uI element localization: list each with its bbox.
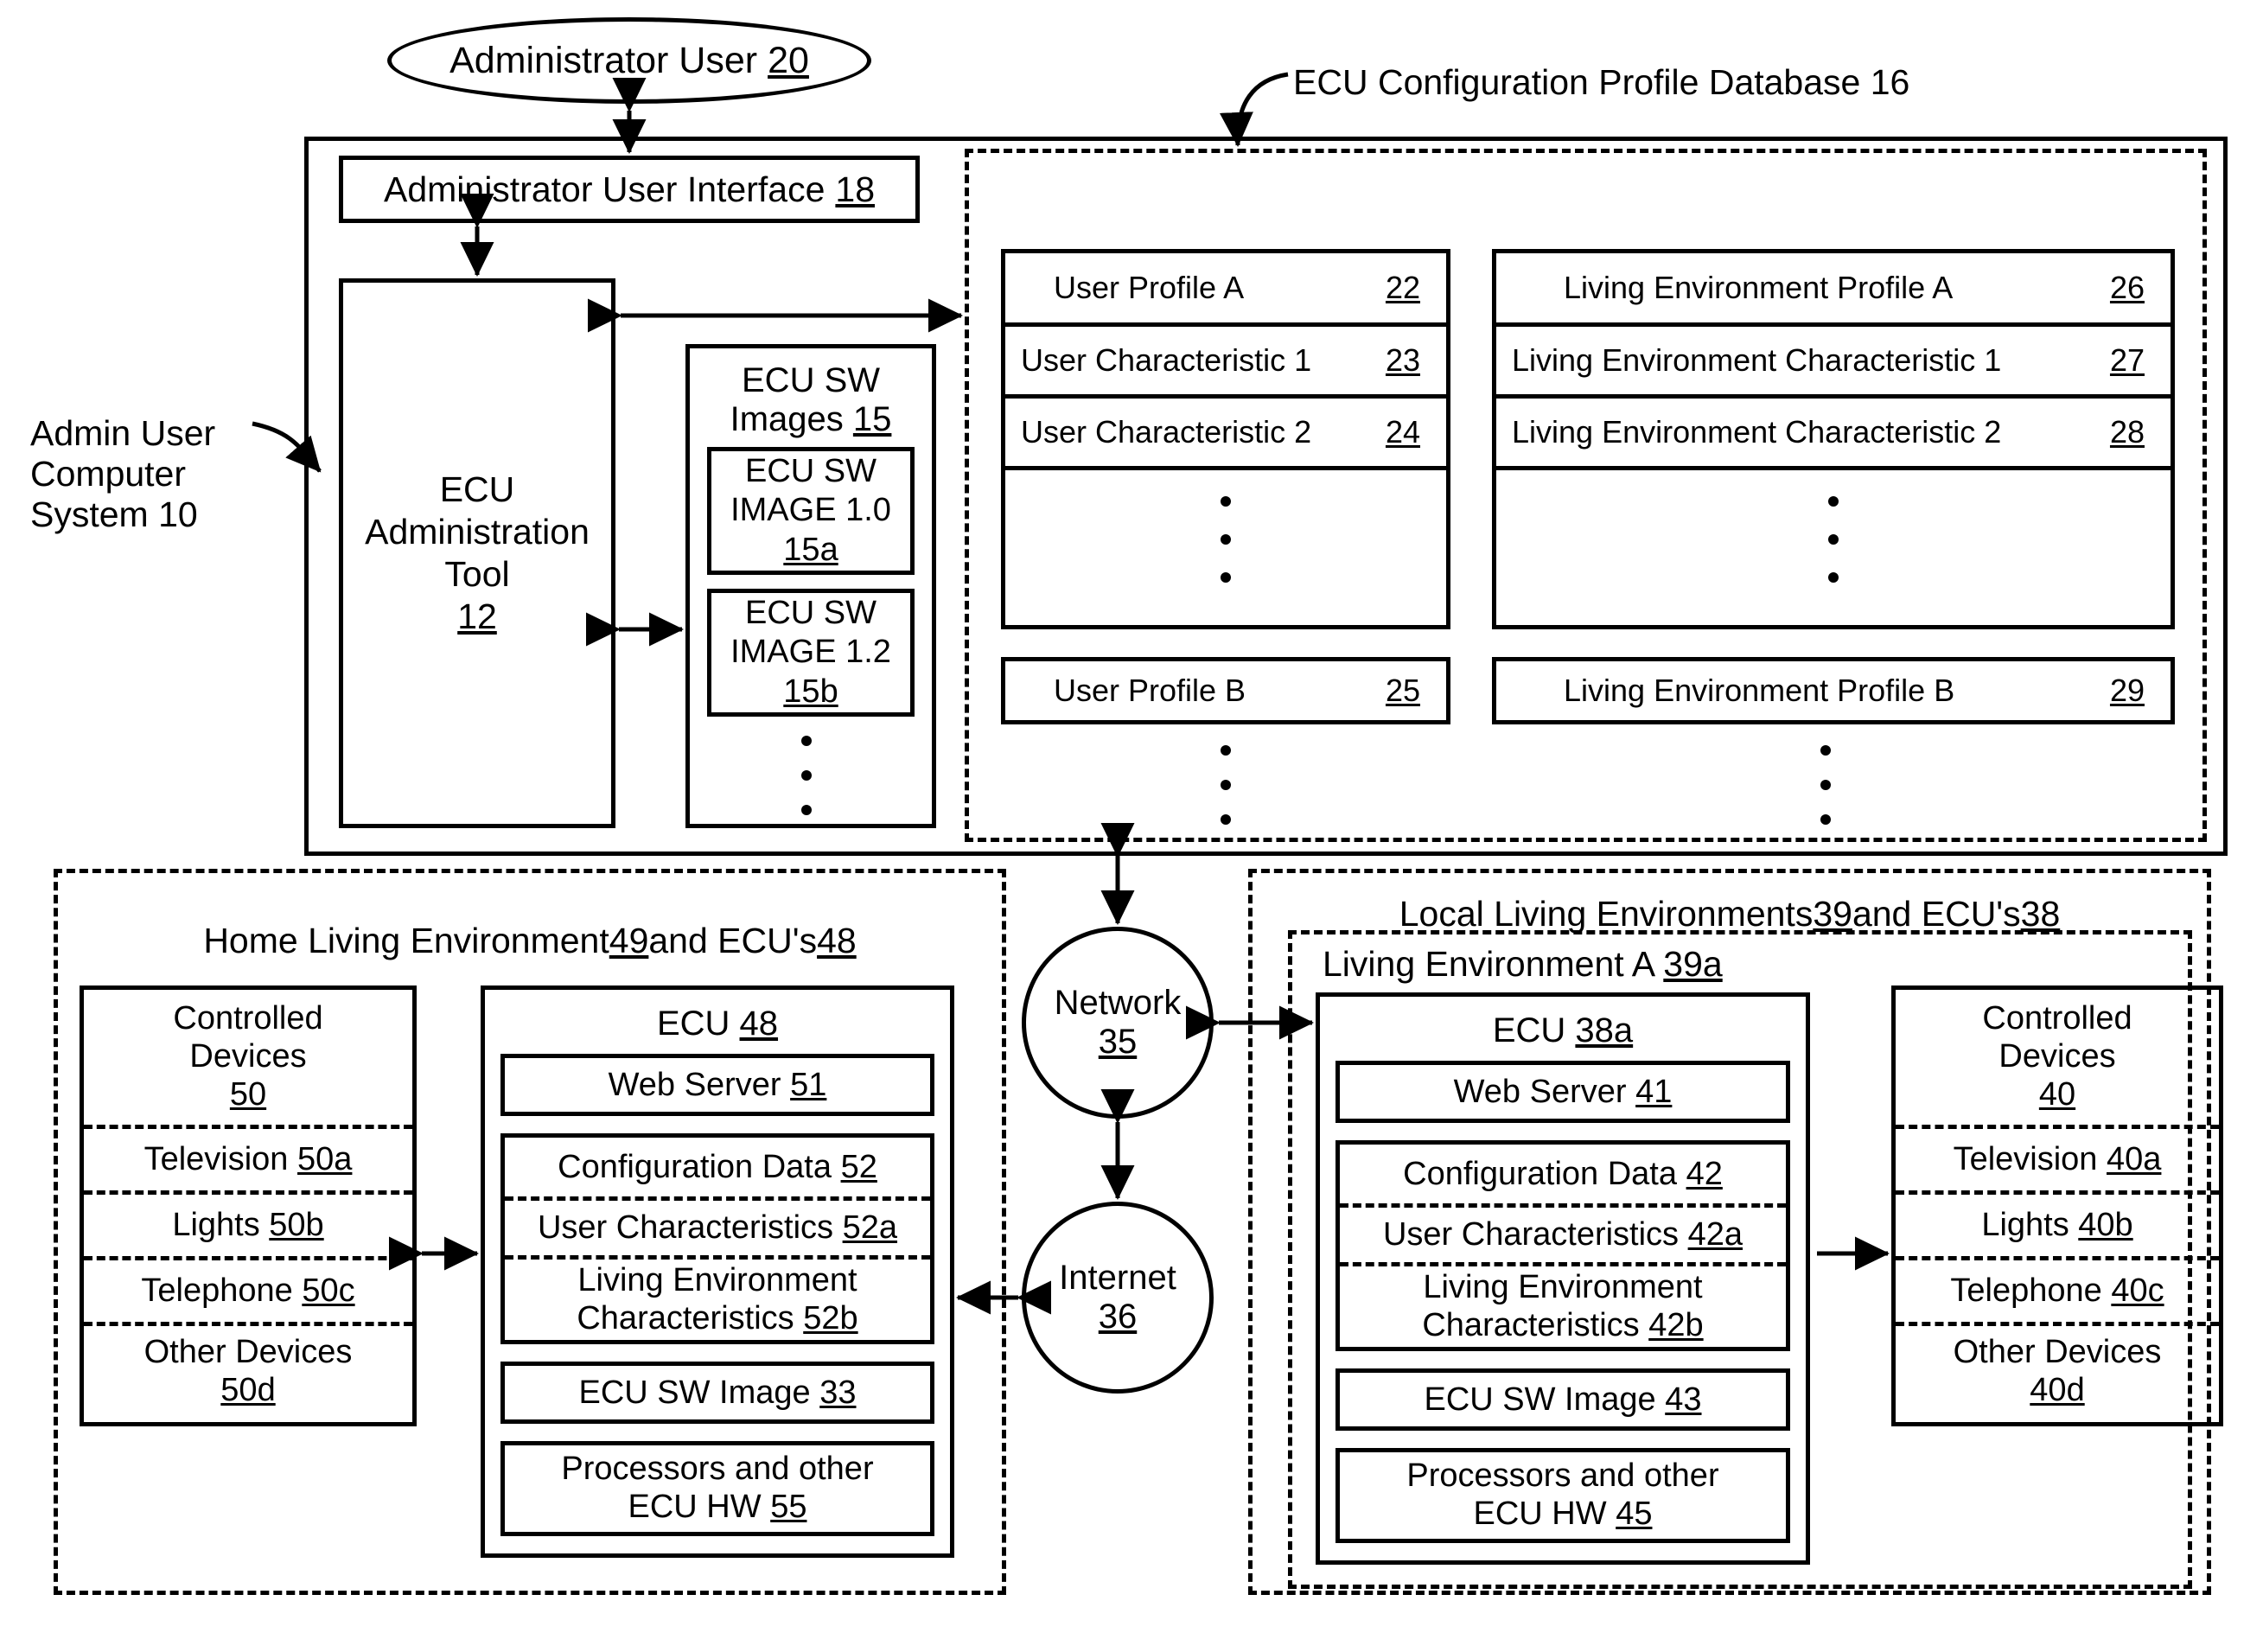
controlled-devices-40-box: Controlled Devices 40 Television 40a Lig…: [1891, 985, 2223, 1426]
ecu-hw-45-box: Processors and other ECU HW 45: [1335, 1448, 1790, 1543]
user-profile-a-table: User Profile A 22 User Characteristic 1 …: [1001, 249, 1450, 629]
administrator-user-ref: 20: [768, 39, 809, 81]
list-item: Telephone 40c: [1896, 1256, 2219, 1322]
table-row: User Characteristic 1 23: [1005, 322, 1446, 394]
list-item: Telephone 50c: [84, 1256, 412, 1322]
administrator-user-node: Administrator User 20: [387, 17, 871, 104]
ecu-38a-box: ECU 38a Web Server 41 Configuration Data…: [1316, 992, 1810, 1565]
administrator-user-label: Administrator User: [449, 39, 758, 81]
ecu-sw-images-title: ECU SW Images 15: [730, 361, 892, 438]
living-environment-characteristics-52b-row: Living Environment Characteristics 52b: [505, 1255, 930, 1340]
table-row: User Characteristic 2 24: [1005, 394, 1446, 466]
list-item: Television 50a: [84, 1125, 412, 1190]
admin-user-computer-system-label: Admin User Computer System 10: [30, 413, 216, 535]
ecu-administration-tool-line1: ECU: [439, 469, 515, 509]
list-item: Lights 40b: [1896, 1190, 2219, 1256]
table-row: Living Environment Profile A 26: [1564, 270, 2145, 305]
ecu-48-box: ECU 48 Web Server 51 Configuration Data …: [481, 985, 954, 1558]
list-item: Lights 50b: [84, 1190, 412, 1256]
list-item: Other Devices 50d: [84, 1322, 412, 1417]
ecu-48-title: ECU 48: [656, 1004, 779, 1043]
controlled-devices-50-box: Controlled Devices 50 Television 50a Lig…: [80, 985, 417, 1426]
living-environment-characteristics-42b-row: Living Environment Characteristics 42b: [1340, 1262, 1786, 1347]
configuration-data-42-title: Configuration Data 42: [1403, 1155, 1723, 1192]
controlled-devices-40-title: Controlled Devices 40: [1982, 1000, 2132, 1113]
ecu-sw-images-ellipsis: [800, 736, 813, 815]
ecu-hw-55-box: Processors and other ECU HW 55: [500, 1441, 934, 1536]
ecu-sw-image-43-box: ECU SW Image 43: [1335, 1368, 1790, 1431]
ecu-sw-image-33-box: ECU SW Image 33: [500, 1362, 934, 1424]
internet-node: Internet 36: [1022, 1202, 1214, 1394]
table-row: Living Environment Characteristic 1 27: [1496, 322, 2171, 394]
patent-figure-canvas: Administrator User 20 Admin User Compute…: [0, 0, 2263, 1652]
user-characteristics-52a-row: User Characteristics 52a: [505, 1196, 930, 1255]
administrator-user-interface-box: Administrator User Interface 18: [339, 156, 920, 223]
configuration-data-52-title: Configuration Data 52: [558, 1148, 877, 1185]
ecu-administration-tool-line3: Tool: [444, 554, 510, 594]
user-characteristics-42a-row: User Characteristics 42a: [1340, 1203, 1786, 1262]
list-item: Other Devices 40d: [1896, 1322, 2219, 1417]
user-profile-b-box: User Profile B 25: [1001, 657, 1450, 724]
network-node: Network 35: [1022, 927, 1214, 1119]
table-row-ellipsis: [1496, 466, 2171, 625]
ecu-38a-title: ECU 38a: [1492, 1011, 1634, 1049]
ecu-sw-image-15a-box: ECU SW IMAGE 1.0 15a: [707, 447, 915, 575]
user-profile-b-ellipsis: [1220, 745, 1232, 825]
home-living-environment-caption: Home Living Environment 49 and ECU's 48: [203, 921, 857, 961]
table-row-ellipsis: [1005, 466, 1446, 625]
table-row: User Profile A 22: [1054, 270, 1420, 305]
ecu-config-profile-database-caption: ECU Configuration Profile Database 16: [1293, 62, 1910, 102]
administrator-user-interface-ref: 18: [835, 169, 875, 209]
ecu-administration-tool-ref: 12: [457, 596, 497, 637]
controlled-devices-50-title: Controlled Devices 50: [173, 1000, 323, 1113]
list-item: Television 40a: [1896, 1125, 2219, 1190]
living-environment-profile-a-table: Living Environment Profile A 26 Living E…: [1492, 249, 2175, 629]
ecu-sw-image-15b-box: ECU SW IMAGE 1.2 15b: [707, 589, 915, 717]
administrator-user-interface-label: Administrator User Interface: [383, 169, 826, 209]
configuration-data-52-box: Configuration Data 52 User Characteristi…: [500, 1133, 934, 1344]
living-environment-profile-b-box: Living Environment Profile B 29: [1492, 657, 2175, 724]
web-server-41-box: Web Server 41: [1335, 1061, 1790, 1123]
ecu-administration-tool-box: ECU Administration Tool 12: [339, 278, 615, 828]
ecu-sw-images-box: ECU SW Images 15 ECU SW IMAGE 1.0 15a EC…: [685, 344, 936, 828]
living-environment-profile-b-ellipsis: [1820, 745, 1832, 825]
living-environment-a-caption: Living Environment A 39a: [1323, 944, 1723, 984]
ecu-administration-tool-line2: Administration: [365, 511, 590, 552]
web-server-51-box: Web Server 51: [500, 1054, 934, 1116]
configuration-data-42-box: Configuration Data 42 User Characteristi…: [1335, 1140, 1790, 1351]
table-row: Living Environment Characteristic 2 28: [1496, 394, 2171, 466]
